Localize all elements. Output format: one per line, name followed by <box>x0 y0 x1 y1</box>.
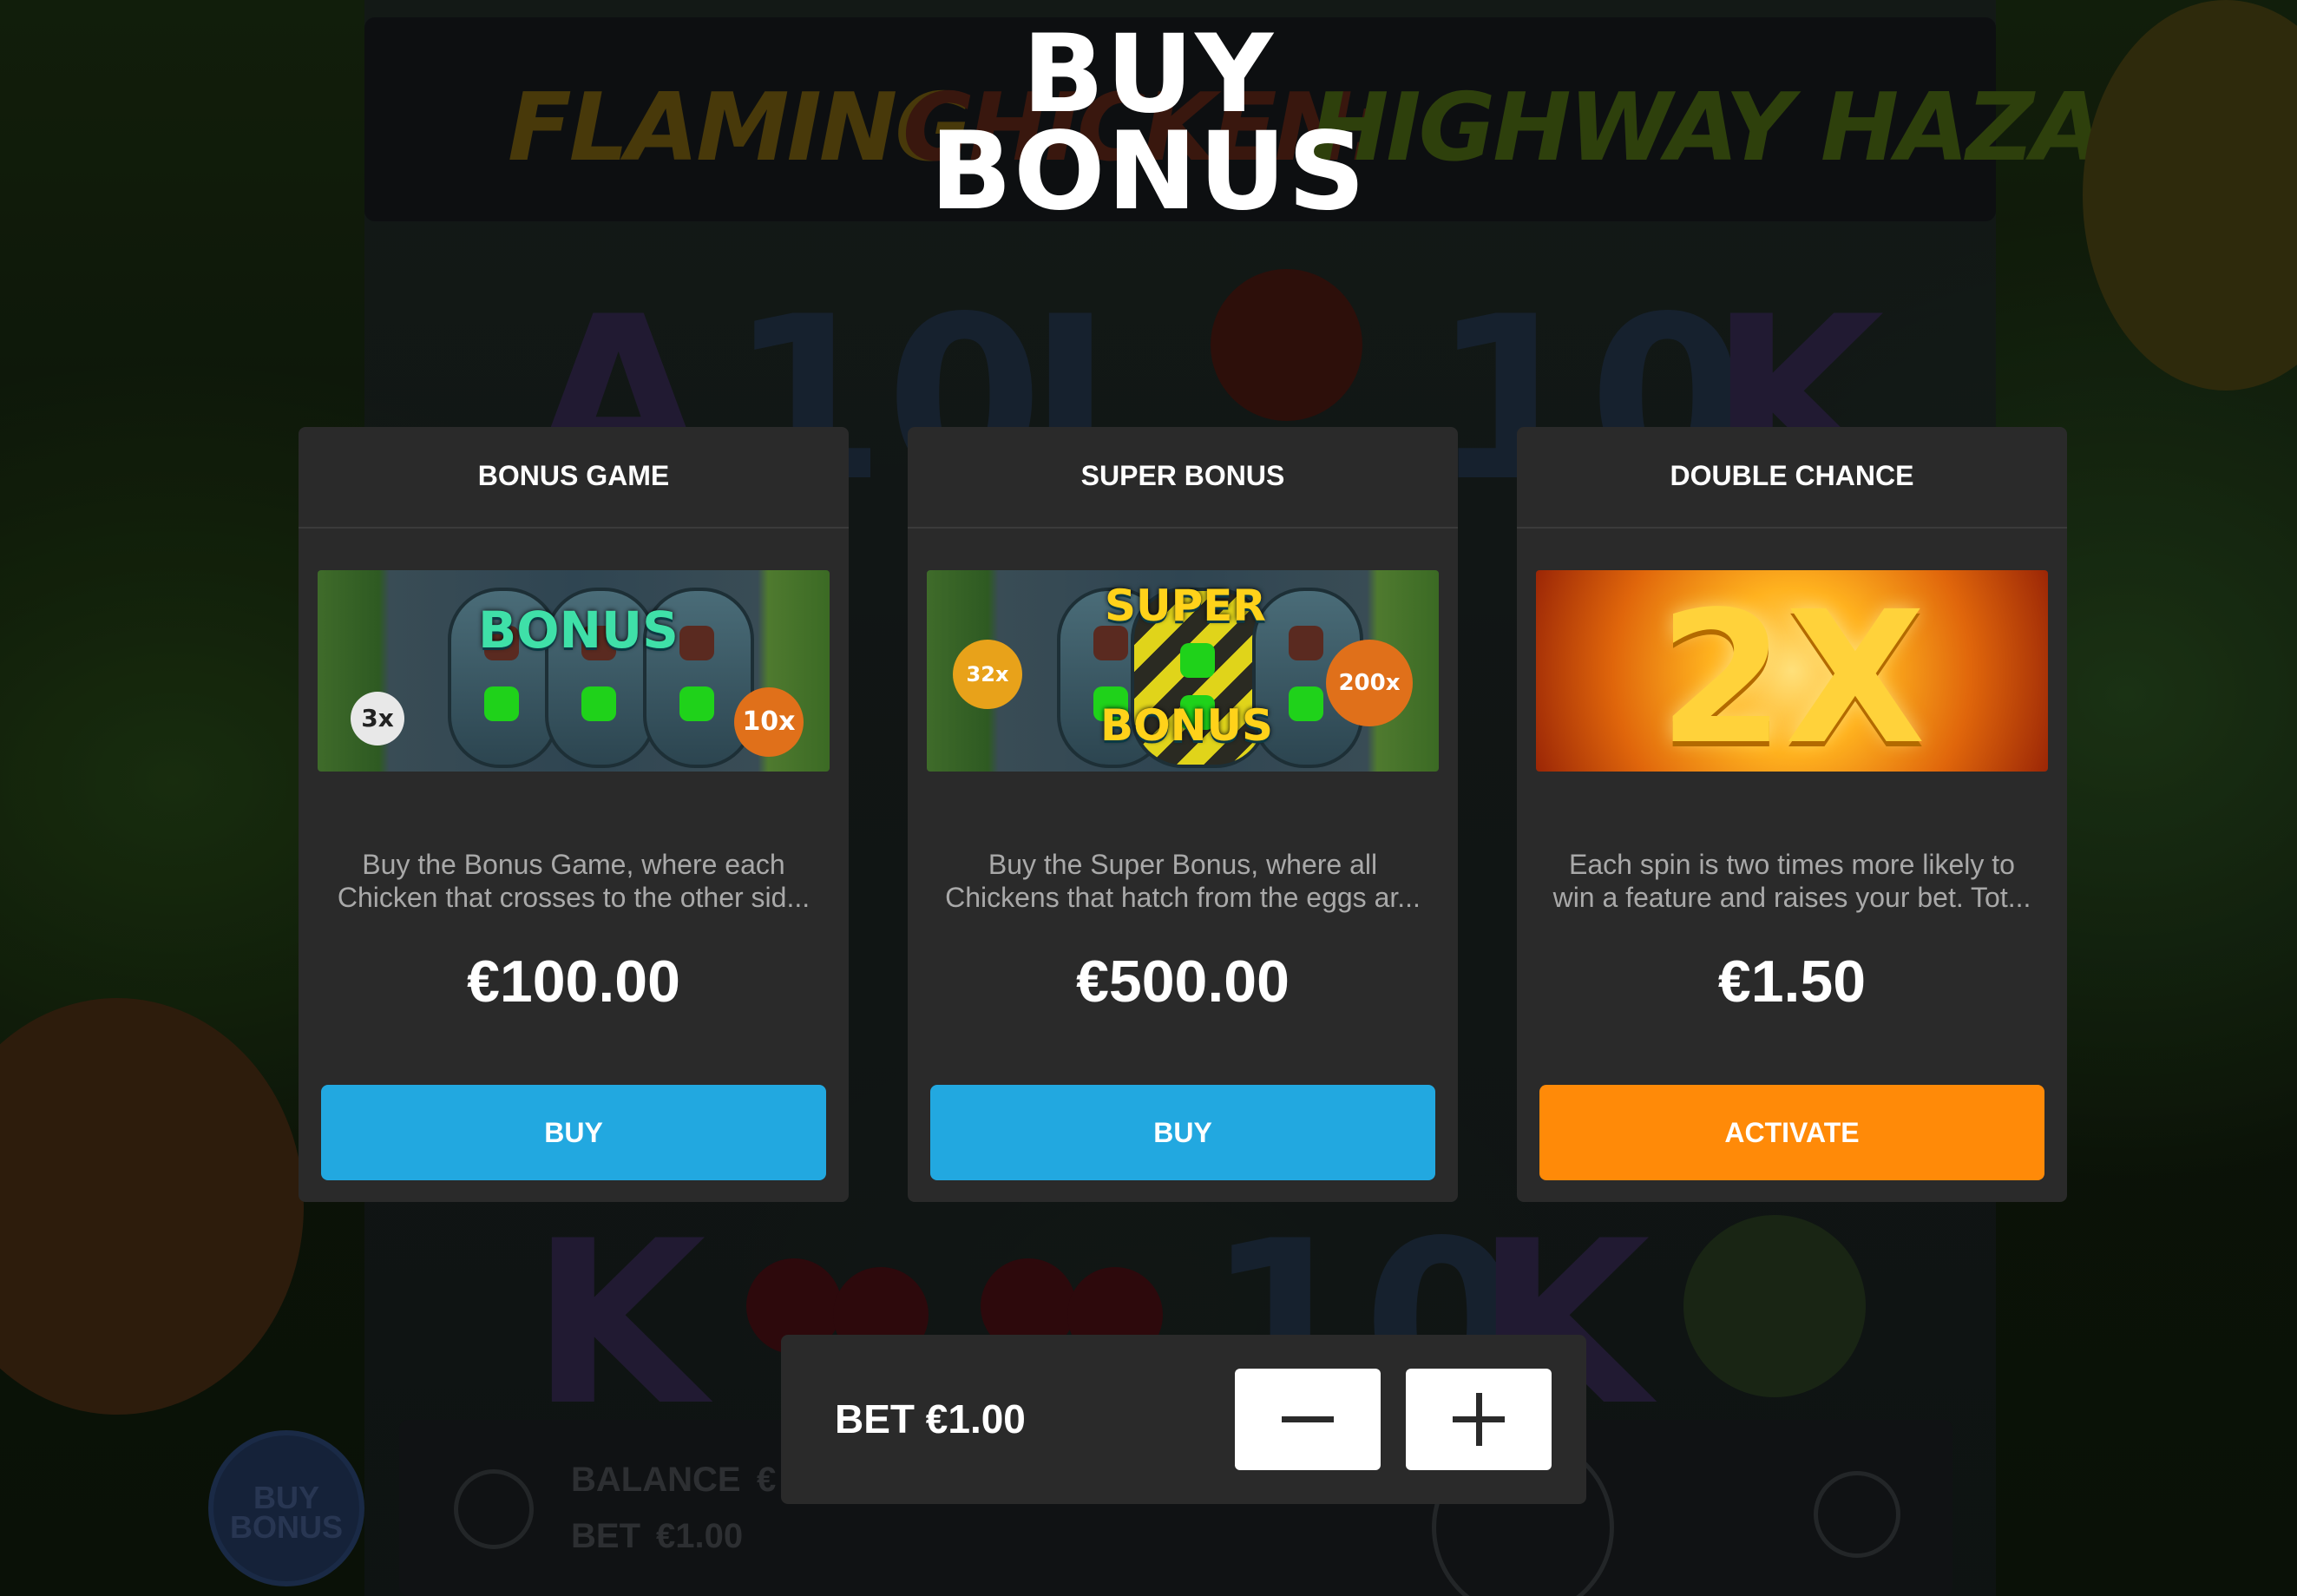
super-bonus-card: SUPER BONUS SUPER BONUS 32x 200x Buy the… <box>908 427 1458 1202</box>
card-title: BONUS GAME <box>299 427 849 529</box>
card-description: Buy the Super Bonus, where all Chickens … <box>927 848 1439 914</box>
description-line: win a feature and raises your bet. Tot..… <box>1552 882 2031 913</box>
card-title: SUPER BONUS <box>908 427 1458 529</box>
description-line: Chickens that hatch from the eggs ar... <box>945 882 1421 913</box>
bonus-game-image: BONUS 3x 10x <box>318 570 830 772</box>
bonus-game-card: BONUS GAME BONUS 3x 10x Buy the Bonus Ga… <box>299 427 849 1202</box>
double-chance-image: 2X <box>1536 570 2048 772</box>
multiplier-badge: 3x <box>351 692 404 745</box>
super-word: SUPER <box>1105 581 1266 631</box>
page-title: BUY BONUS <box>0 21 2297 234</box>
multiplier-badge: 32x <box>953 640 1022 709</box>
title-line-2: BONUS <box>929 109 1368 234</box>
double-chance-card: DOUBLE CHANCE 2X Each spin is two times … <box>1517 427 2067 1202</box>
activate-double-chance-button[interactable]: ACTIVATE <box>1539 1085 2044 1180</box>
increase-bet-button[interactable] <box>1406 1369 1552 1470</box>
buy-super-bonus-button[interactable]: BUY <box>930 1085 1435 1180</box>
description-line: Buy the Super Bonus, where all <box>988 849 1378 880</box>
super-bonus-image: SUPER BONUS 32x 200x <box>927 570 1439 772</box>
description-line: Each spin is two times more likely to <box>1569 849 2015 880</box>
two-x-graphic: 2X <box>1657 572 1926 772</box>
card-title: DOUBLE CHANCE <box>1517 427 2067 529</box>
decrease-bet-button[interactable] <box>1235 1369 1381 1470</box>
description-line: Buy the Bonus Game, where each <box>362 849 785 880</box>
card-price: €1.50 <box>1717 949 1867 1015</box>
bet-amount: BET €1.00 <box>835 1396 1026 1442</box>
bonus-word: BONUS <box>1100 700 1274 751</box>
card-description: Each spin is two times more likely to wi… <box>1536 848 2048 914</box>
multiplier-badge: 10x <box>734 687 804 757</box>
bonus-word: BONUS <box>478 601 679 660</box>
card-price: €500.00 <box>1076 949 1290 1015</box>
minus-icon <box>1282 1416 1334 1422</box>
buy-bonus-game-button[interactable]: BUY <box>321 1085 826 1180</box>
card-price: €100.00 <box>467 949 680 1015</box>
bet-panel: BET €1.00 <box>781 1335 1586 1504</box>
card-description: Buy the Bonus Game, where each Chicken t… <box>318 848 830 914</box>
multiplier-badge: 200x <box>1326 640 1413 726</box>
description-line: Chicken that crosses to the other sid... <box>337 882 811 913</box>
